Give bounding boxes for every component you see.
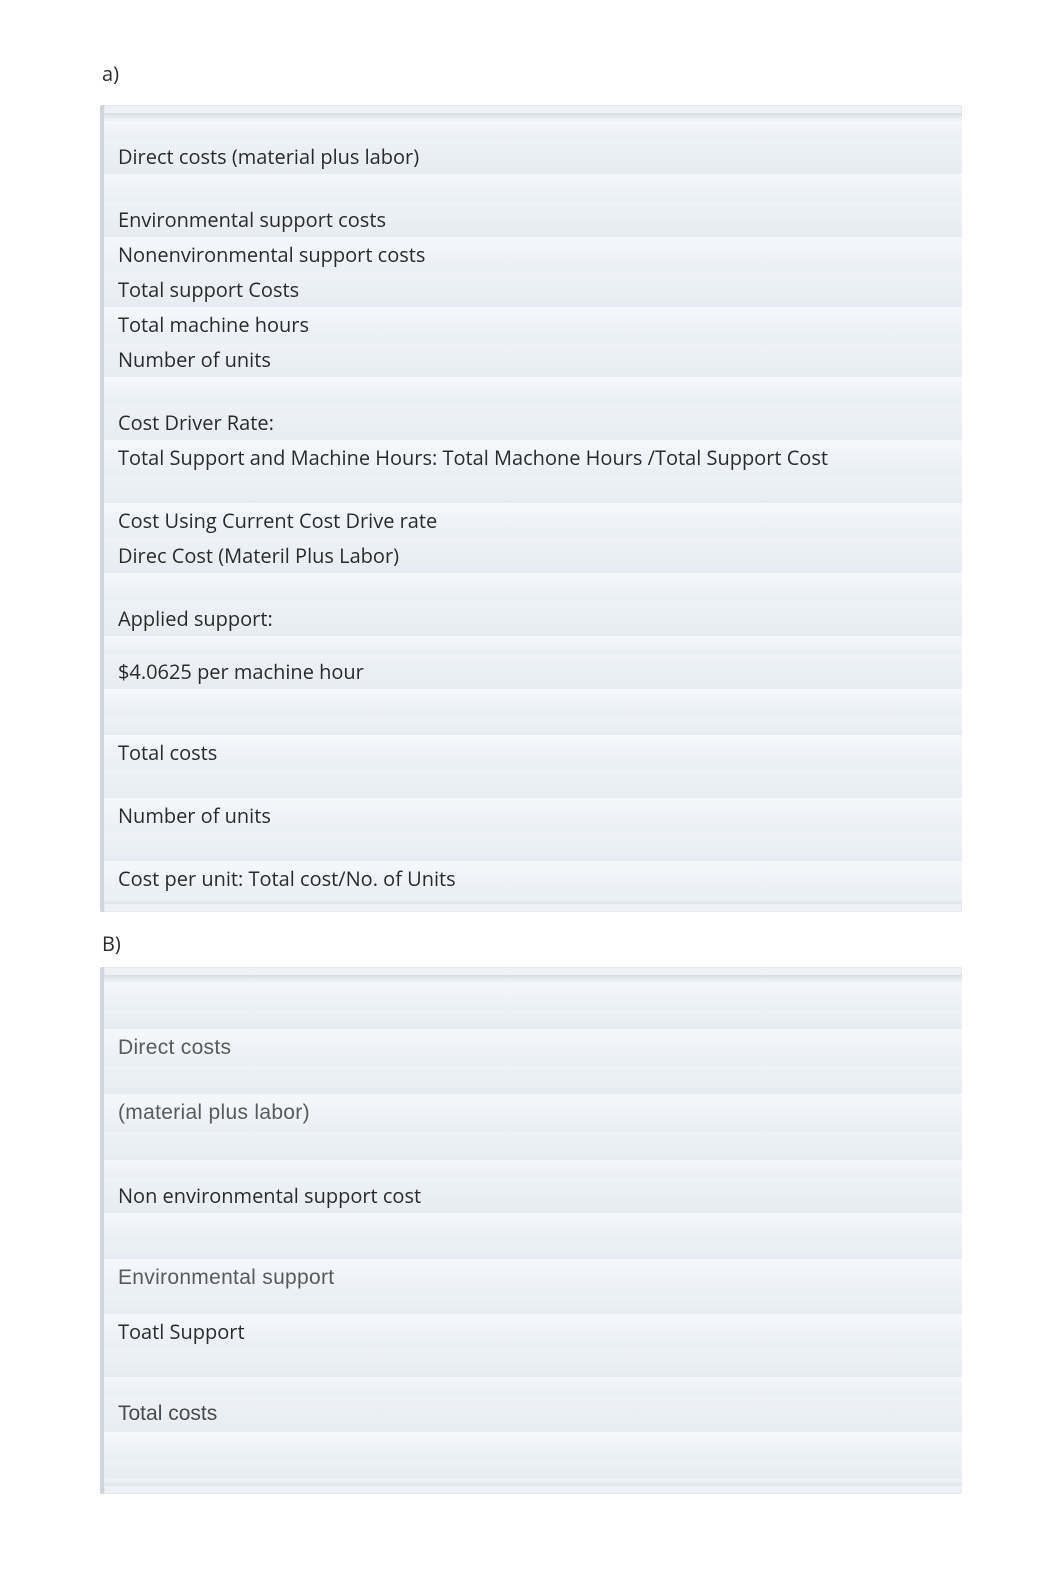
panel-spacer xyxy=(104,377,962,405)
text-nonenv-support: Nonenvironmental support costs xyxy=(118,241,425,268)
row-direc-cost: Direc Cost (Materil Plus Labor) xyxy=(104,538,962,573)
panel-spacer xyxy=(104,121,962,139)
text-env-support: Environmental support costs xyxy=(118,206,386,233)
row-per-machine-hour: $4.0625 per machine hour xyxy=(104,654,962,689)
section-b-label: B) xyxy=(102,930,962,957)
row-number-of-units: Number of units xyxy=(104,798,962,833)
row-cost-driver-rate: Cost Driver Rate: xyxy=(104,405,962,440)
row-total-costs-a: Total costs xyxy=(104,735,962,770)
text-b-toatl-support: Toatl Support xyxy=(118,1318,245,1345)
panel-spacer xyxy=(104,983,962,1011)
panel-spacer xyxy=(104,689,962,717)
text-applied-support: Applied support: xyxy=(118,605,273,632)
row-cost-per-unit: Cost per unit: Total cost/No. of Units xyxy=(104,861,962,896)
row-env-support: Environmental support costs xyxy=(104,202,962,237)
panel-spacer xyxy=(104,174,962,202)
panel-spacer xyxy=(104,1377,962,1395)
row-applied-support: Applied support: xyxy=(104,601,962,636)
panel-spacer xyxy=(104,1066,962,1094)
panel-spacer xyxy=(104,1349,962,1377)
panel-spacer xyxy=(104,770,962,798)
row-b-total-costs: Total costs xyxy=(104,1395,962,1432)
text-cost-using-rate: Cost Using Current Cost Drive rate xyxy=(118,507,437,534)
text-per-machine-hour: $4.0625 per machine hour xyxy=(118,658,364,685)
row-total-support: Total support Costs xyxy=(104,272,962,307)
text-b-env-support: Environmental support xyxy=(118,1266,334,1289)
text-direct-costs: Direct costs (material plus labor) xyxy=(118,143,419,170)
row-cost-using-rate: Cost Using Current Cost Drive rate xyxy=(104,503,962,538)
section-a-label: a) xyxy=(102,60,962,87)
panel-spacer xyxy=(104,636,962,654)
row-b-material-plus-labor: (material plus labor) xyxy=(104,1094,962,1131)
panel-spacer xyxy=(104,1160,962,1178)
row-direct-costs: Direct costs (material plus labor) xyxy=(104,139,962,174)
text-direc-cost: Direc Cost (Materil Plus Labor) xyxy=(118,542,399,569)
row-b-toatl-support: Toatl Support xyxy=(104,1314,962,1349)
row-b-direct-costs: Direct costs xyxy=(104,1029,962,1066)
panel-spacer xyxy=(104,573,962,601)
text-total-machine-hours: Total machine hours xyxy=(118,311,309,338)
text-b-total-costs: Total costs xyxy=(118,1402,217,1425)
text-number-of-units: Number of units xyxy=(118,802,271,829)
row-num-units: Number of units xyxy=(104,342,962,377)
panel-spacer xyxy=(104,833,962,861)
panel-spacer xyxy=(104,1432,962,1460)
text-total-support: Total support Costs xyxy=(118,276,299,303)
row-b-non-env-support: Non environmental support cost xyxy=(104,1178,962,1213)
row-b-env-support: Environmental support xyxy=(104,1259,962,1296)
text-b-material-plus-labor: (material plus labor) xyxy=(118,1101,310,1124)
panel-spacer xyxy=(104,475,962,503)
panel-spacer xyxy=(104,1460,962,1478)
panel-spacer xyxy=(104,1213,962,1241)
panel-spacer xyxy=(104,1296,962,1314)
panel-spacer xyxy=(104,1241,962,1259)
panel-spacer xyxy=(104,1132,962,1160)
row-total-machine-hours: Total machine hours xyxy=(104,307,962,342)
panel-spacer xyxy=(104,1011,962,1029)
text-num-units: Number of units xyxy=(118,346,271,373)
panel-spacer xyxy=(104,717,962,735)
text-b-direct-costs: Direct costs xyxy=(118,1036,231,1059)
text-cost-driver-rate: Cost Driver Rate: xyxy=(118,409,274,436)
text-b-non-env-support: Non environmental support cost xyxy=(118,1182,421,1209)
text-total-costs-a: Total costs xyxy=(118,739,217,766)
document-page: a) Direct costs (material plus labor) En… xyxy=(0,0,1062,1592)
text-rate-formula: Total Support and Machine Hours: Total M… xyxy=(118,444,828,471)
row-rate-formula: Total Support and Machine Hours: Total M… xyxy=(104,440,962,475)
section-a-panel: Direct costs (material plus labor) Envir… xyxy=(100,105,962,912)
text-cost-per-unit: Cost per unit: Total cost/No. of Units xyxy=(118,865,456,892)
row-nonenv-support: Nonenvironmental support costs xyxy=(104,237,962,272)
section-b-panel: Direct costs (material plus labor) Non e… xyxy=(100,967,962,1494)
